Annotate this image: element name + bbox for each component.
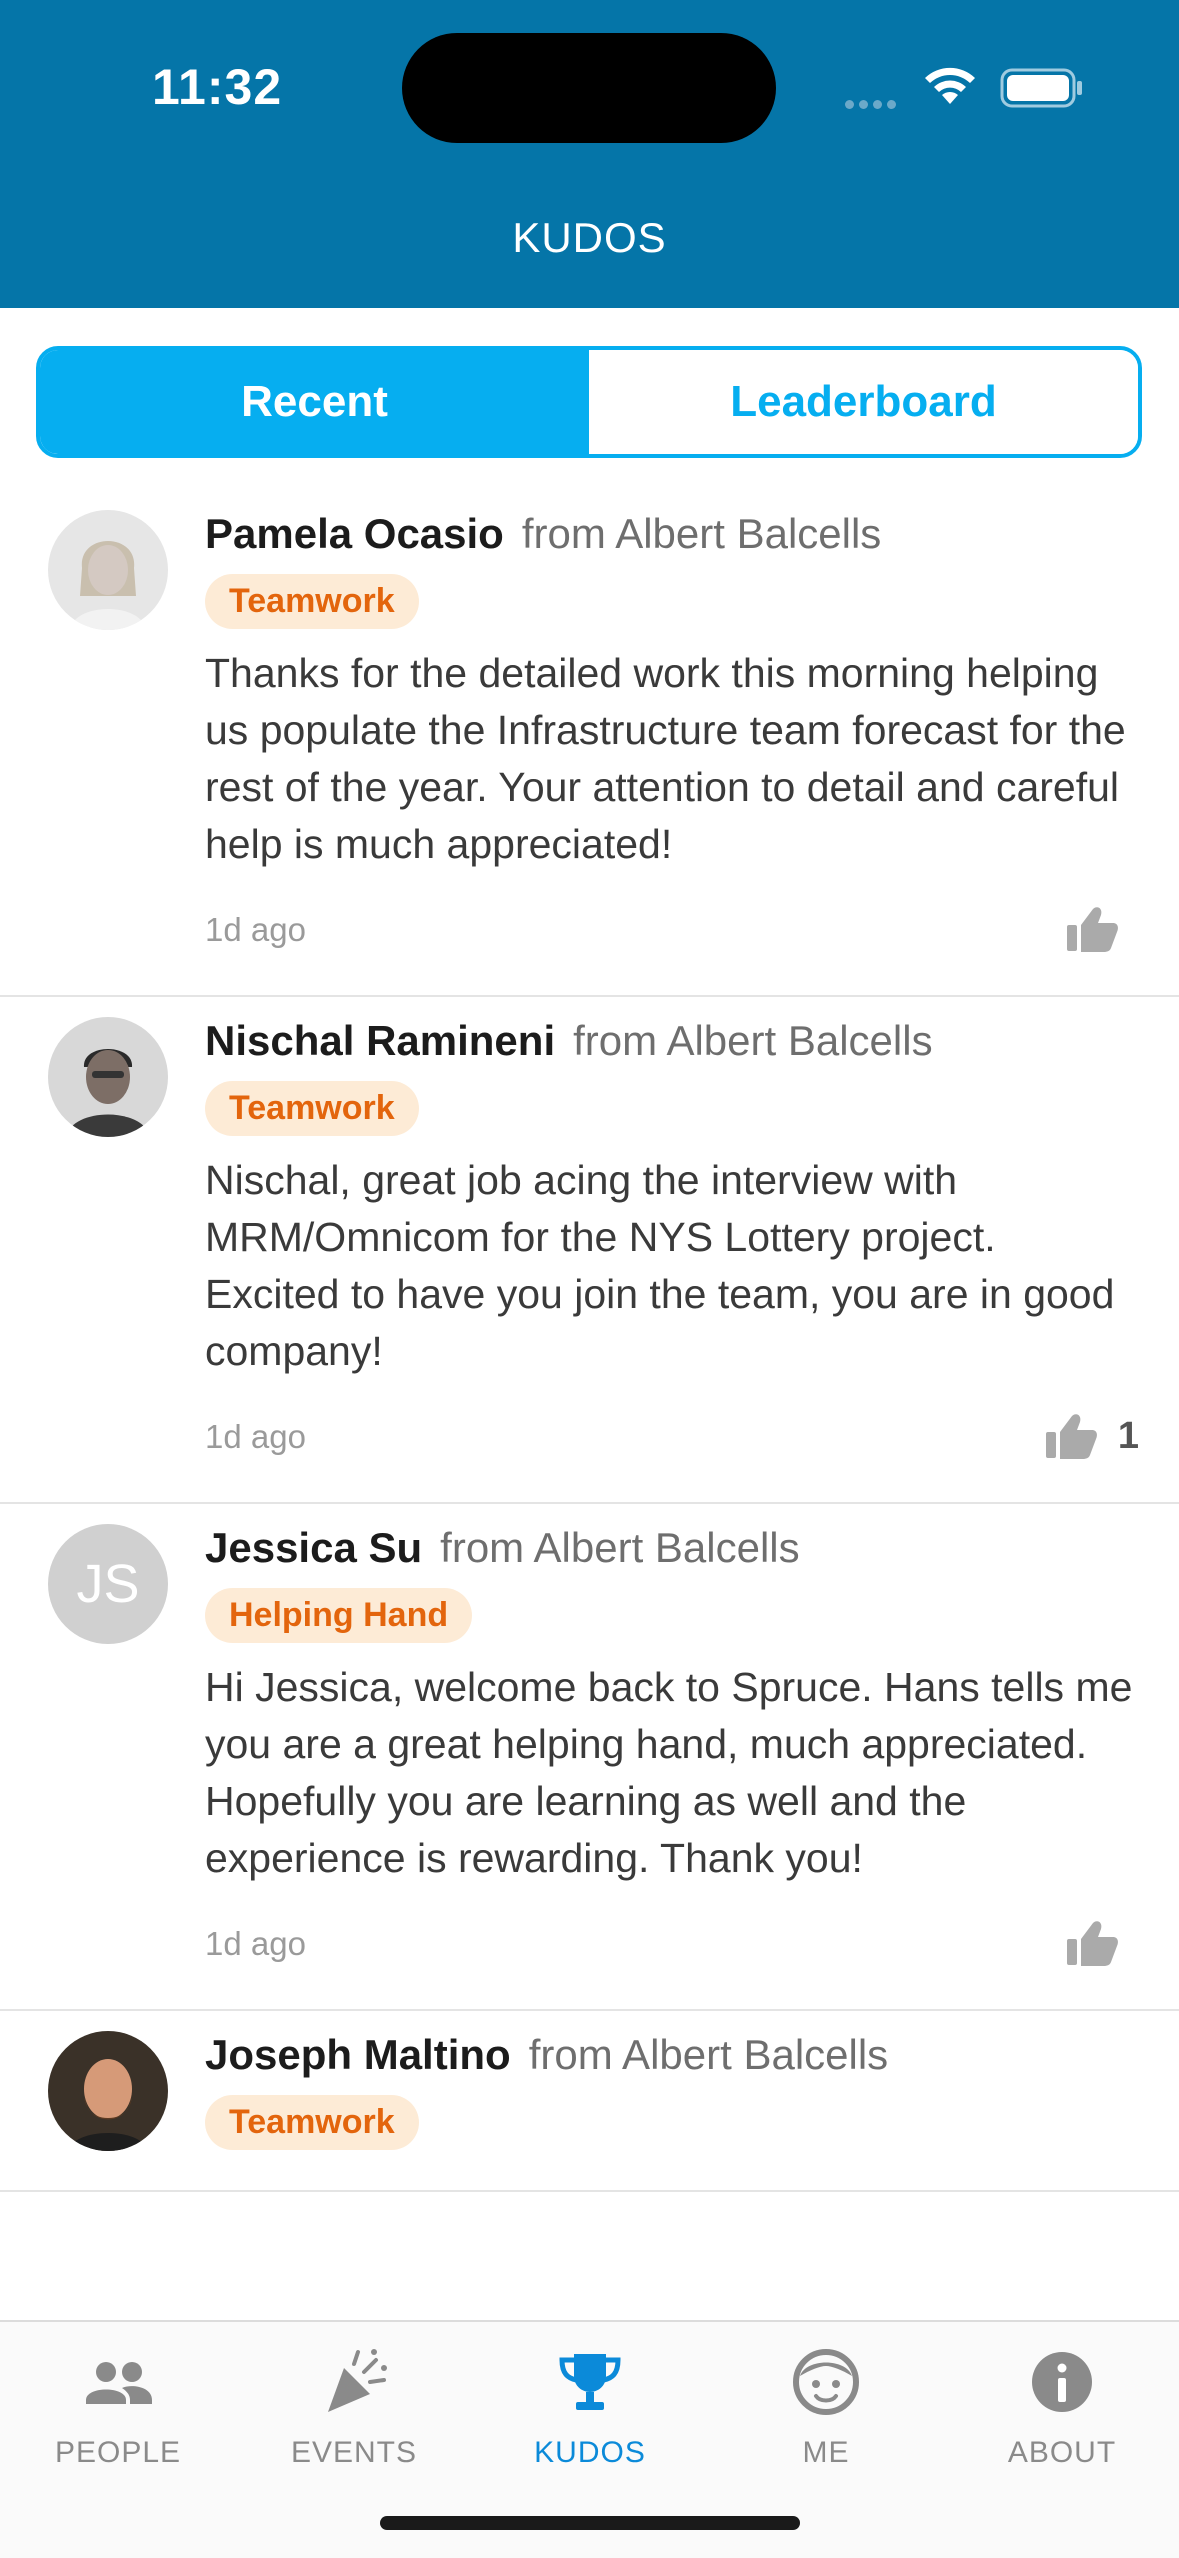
kudos-meta: 1d ago 1 [205,1412,1139,1462]
info-icon [1032,2352,1092,2412]
kudos-message: Hi Jessica, welcome back to Spruce. Hans… [205,1664,1133,1881]
face-icon [793,2349,859,2415]
tab-me[interactable]: ME [708,2342,944,2470]
kudos-feed[interactable]: Pamela Ocasio from Albert Balcells Teamwo… [0,490,1179,2320]
kudos-meta: 1d ago [205,1919,1139,1969]
thumbs-up-icon[interactable] [1044,1412,1098,1460]
kudos-header: Pamela Ocasio from Albert Balcells [205,510,1139,558]
like-count: 1 [1117,1414,1139,1457]
segment-recent[interactable]: Recent [40,350,589,454]
party-popper-icon [328,2349,387,2412]
segmented-control: Recent Leaderboard [36,346,1142,458]
category-badge: Teamwork [205,574,419,629]
wifi-icon [925,67,975,104]
kudos-message: Thanks for the detailed work this mornin… [205,650,1126,867]
thumbs-up-icon[interactable] [1065,1919,1119,1967]
kudos-card[interactable]: JS Jessica Su from Albert Balcells Helpin… [0,1504,1179,2011]
sender-text: from Albert Balcells [440,1524,800,1571]
recipient-name[interactable]: Jessica Su [205,1524,422,1571]
timestamp: 1d ago [205,1925,306,1962]
category-badge: Teamwork [205,1081,419,1136]
like-control[interactable] [1065,905,1139,953]
timestamp: 1d ago [205,911,306,948]
tab-about[interactable]: ABOUT [944,2342,1179,2470]
category-badge: Teamwork [205,2095,419,2150]
sender-text: from Albert Balcells [521,510,882,557]
tab-me-label: ME [802,2436,850,2469]
cellular-signal-icon [845,96,901,114]
tab-events[interactable]: EVENTS [236,2342,472,2470]
sender-text: from Albert Balcells [528,2031,889,2078]
app-header: 11:32 KUDOS [0,0,1179,308]
category-badge: Helping Hand [205,1588,473,1643]
battery-icon [1000,68,1082,108]
tab-kudos-label: KUDOS [534,2436,646,2469]
kudos-card[interactable]: Joseph Maltino from Albert Balcells Teamw… [0,2011,1179,2192]
avatar[interactable] [48,1017,168,1137]
thumbs-up-icon[interactable] [1065,905,1119,953]
timestamp: 1d ago [205,1418,306,1455]
dynamic-island [402,33,776,143]
recipient-name[interactable]: Joseph Maltino [205,2031,511,2078]
status-time: 11:32 [152,59,283,115]
tab-people[interactable]: PEOPLE [0,2342,236,2470]
home-indicator[interactable] [380,2516,800,2530]
avatar[interactable] [48,510,168,630]
kudos-header: Nischal Ramineni from Albert Balcells [205,1017,1139,1065]
tab-people-label: PEOPLE [54,2436,182,2469]
kudos-card[interactable]: Nischal Ramineni from Albert Balcells Tea… [0,997,1179,1504]
sender-text: from Albert Balcells [573,1017,933,1064]
avatar-initials[interactable]: JS [48,1524,168,1644]
kudos-message: Nischal, great job acing the interview w… [205,1157,1115,1374]
avatar[interactable] [48,2031,168,2151]
kudos-meta: 1d ago [205,905,1139,955]
recipient-name[interactable]: Nischal Ramineni [205,1017,555,1064]
tab-about-label: ABOUT [1007,2436,1117,2469]
kudos-card[interactable]: Pamela Ocasio from Albert Balcells Teamwo… [0,490,1179,997]
like-control[interactable]: 1 [1044,1412,1139,1460]
segment-leaderboard[interactable]: Leaderboard [589,350,1138,454]
kudos-header: Jessica Su from Albert Balcells [205,1524,1139,1572]
trophy-icon [559,2354,621,2410]
kudos-header: Joseph Maltino from Albert Balcells [205,2031,1139,2079]
like-control[interactable] [1065,1919,1139,1967]
tab-kudos[interactable]: KUDOS [472,2342,708,2470]
recipient-name[interactable]: Pamela Ocasio [205,510,504,557]
people-icon [86,2362,152,2404]
tab-events-label: EVENTS [290,2436,418,2469]
page-title: KUDOS [512,214,667,261]
